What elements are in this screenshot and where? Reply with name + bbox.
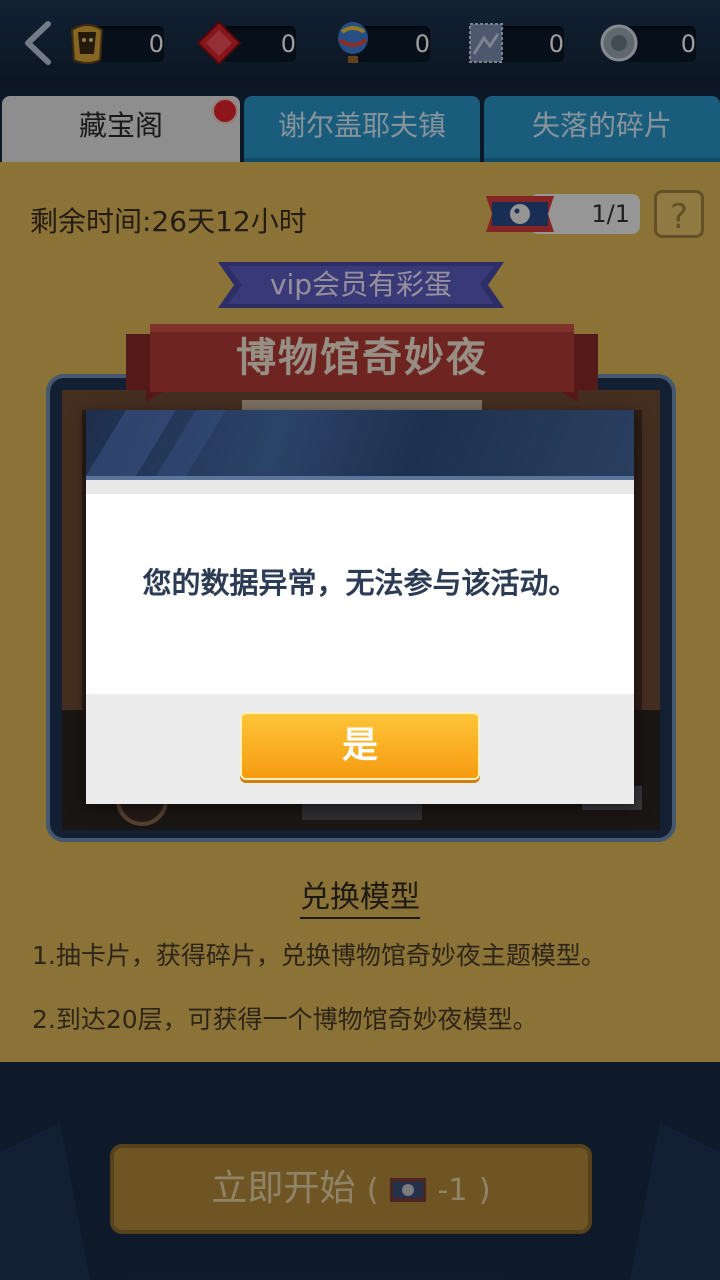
dialog-header [86,410,634,480]
error-dialog: 您的数据异常，无法参与该活动。 是 [86,410,634,804]
dialog-message: 您的数据异常，无法参与该活动。 [142,566,578,600]
confirm-yes-button[interactable]: 是 [240,712,480,780]
